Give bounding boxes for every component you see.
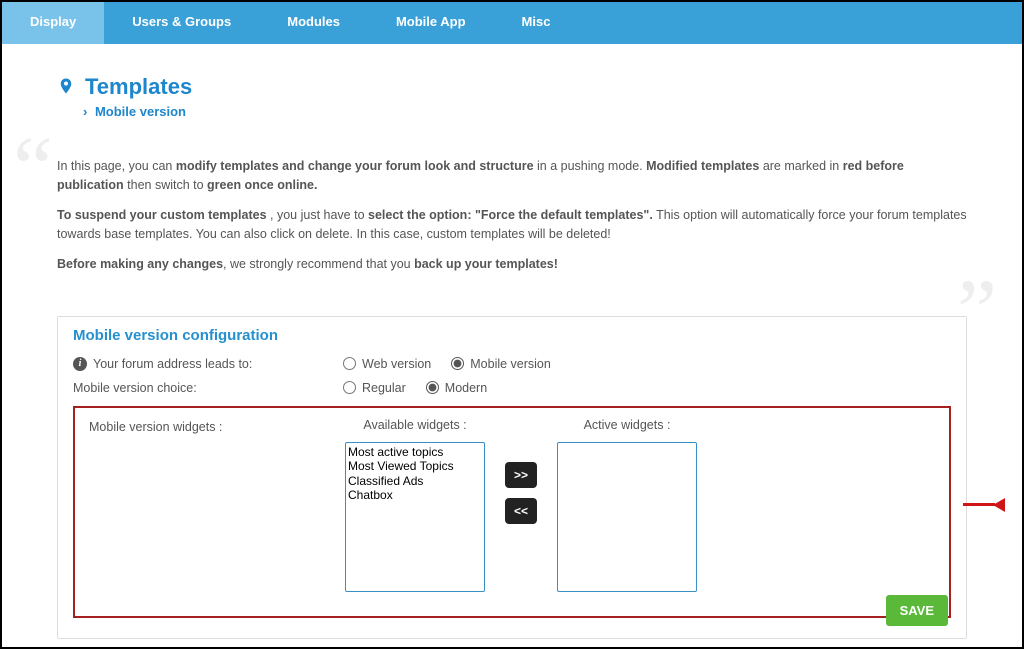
tab-misc[interactable]: Misc — [494, 2, 579, 44]
breadcrumb-current: Mobile version — [95, 104, 186, 119]
move-right-button[interactable]: >> — [505, 462, 537, 488]
active-widgets-label: Active widgets : — [584, 418, 671, 432]
available-widgets-label: Available widgets : — [363, 418, 466, 432]
section-title: Mobile version configuration — [73, 327, 951, 344]
mobile-config-section: Mobile version configuration i Your foru… — [57, 316, 967, 639]
tab-display[interactable]: Display — [2, 2, 104, 44]
move-left-button[interactable]: << — [505, 498, 537, 524]
annotation-arrow-icon — [963, 498, 1005, 512]
radio-mobile-version[interactable]: Mobile version — [451, 357, 551, 371]
radio-regular[interactable]: Regular — [343, 381, 406, 395]
top-nav: Display Users & Groups Modules Mobile Ap… — [2, 2, 1022, 44]
radio-web-version[interactable]: Web version — [343, 357, 431, 371]
radio-modern[interactable]: Modern — [426, 381, 487, 395]
available-widgets-list[interactable]: Most active topicsMost Viewed TopicsClas… — [345, 442, 485, 592]
tab-mobile-app[interactable]: Mobile App — [368, 2, 494, 44]
page-title: Templates — [85, 74, 192, 100]
intro-text: “ In this page, you can modify templates… — [57, 139, 967, 304]
save-button[interactable]: SAVE — [886, 595, 948, 626]
info-icon[interactable]: i — [73, 357, 87, 371]
field-forum-address: i Your forum address leads to: Web versi… — [73, 352, 951, 376]
tab-users-groups[interactable]: Users & Groups — [104, 2, 259, 44]
page-header: Templates — [57, 74, 967, 100]
breadcrumb[interactable]: › Mobile version — [83, 104, 967, 119]
widgets-block: Mobile version widgets : Available widge… — [73, 406, 951, 618]
tab-modules[interactable]: Modules — [259, 2, 368, 44]
active-widgets-list[interactable] — [557, 442, 697, 592]
chevron-right-icon: › — [83, 104, 87, 119]
pin-icon — [57, 75, 75, 100]
widgets-label: Mobile version widgets : — [89, 418, 345, 434]
field-mobile-choice: Mobile version choice: Regular Modern — [73, 376, 951, 400]
